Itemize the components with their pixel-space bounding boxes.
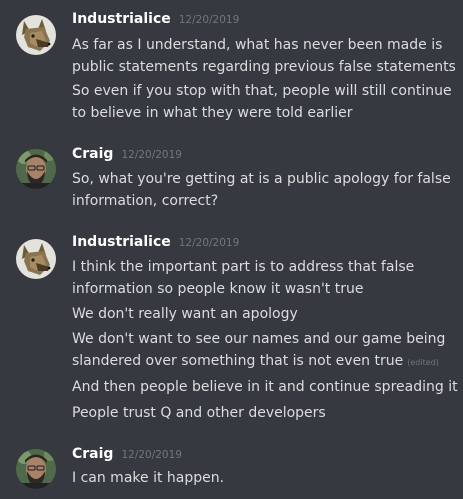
message-line: public statements regarding previous fal… [72,59,456,75]
timestamp: 12/20/2019 [178,237,240,249]
message-line: We don't really want an apology [72,306,298,322]
wolf-avatar-icon [16,239,56,279]
timestamp: 12/20/2019 [178,14,240,26]
bearded-man-avatar-icon [16,449,56,489]
edited-label: (edited) [407,358,439,367]
timestamp: 12/20/2019 [121,449,182,461]
message-line: information, correct? [72,193,219,209]
username[interactable]: Industrialice [72,234,171,250]
avatar[interactable] [16,149,56,189]
message-line: slandered over something that is not eve… [72,350,452,374]
message-line: So even if you stop with that, people wi… [72,83,452,99]
avatar[interactable] [16,15,56,55]
message-line: As far as I understand, what has never b… [72,37,443,53]
message-line: to believe in what they were told earlie… [72,105,353,121]
username[interactable]: Industrialice [72,11,171,27]
username[interactable]: Craig [72,446,113,462]
message-line: So, what you're getting at is a public a… [72,171,451,187]
message-line: I think the important part is to address… [72,259,415,275]
avatar[interactable] [16,239,56,279]
timestamp: 12/20/2019 [121,149,182,161]
message-line: I can make it happen. [72,470,225,486]
avatar[interactable] [16,449,56,489]
message-line: We don't want to see our names and our g… [72,331,446,347]
message-line: People trust Q and other developers [72,405,326,421]
chat-messages: Industrialice 12/20/2019 As far as I und… [0,0,463,499]
message-text: slandered over something that is not eve… [72,353,404,369]
bearded-man-avatar-icon [16,149,56,189]
wolf-avatar-icon [16,15,56,55]
username[interactable]: Craig [72,146,113,162]
message-line: And then people believe in it and contin… [72,379,458,395]
message-line: information so people know it wasn't tru… [72,281,364,297]
